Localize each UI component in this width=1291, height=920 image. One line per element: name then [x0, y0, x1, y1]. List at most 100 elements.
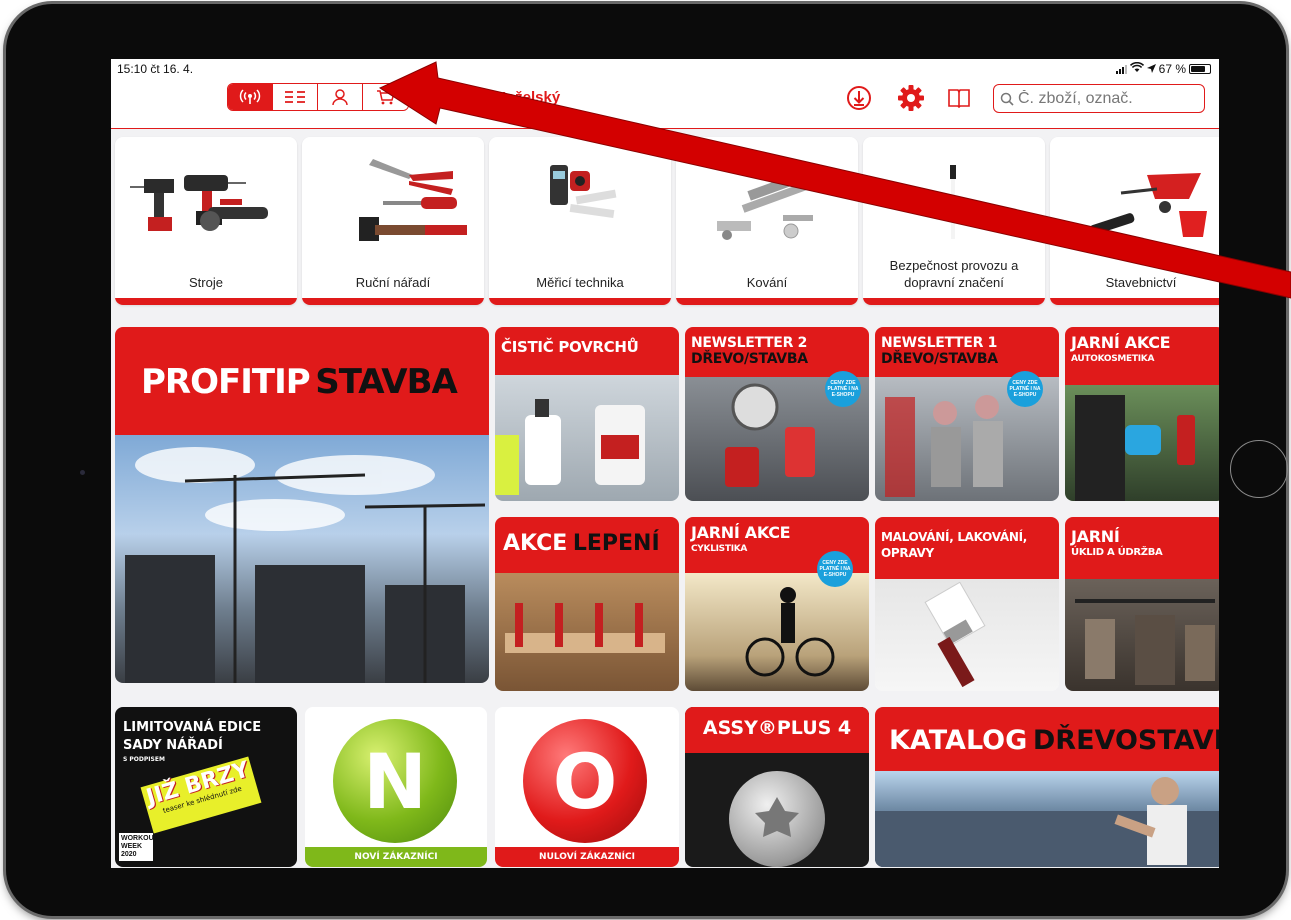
cyclist-image	[685, 573, 869, 691]
view-mode-segmented-control	[227, 83, 409, 111]
measuring-tools-image	[500, 149, 660, 254]
location-icon	[1146, 62, 1156, 76]
wifi-icon	[1129, 61, 1144, 76]
tile-header: AKCE LEPENÍ	[495, 517, 679, 573]
tile-nulovi-zakaznici[interactable]: O NULOVÍ ZÁKAZNÍCI	[495, 707, 679, 867]
tile-novi-zakaznici[interactable]: N NOVÍ ZÁKAZNÍCI	[305, 707, 487, 867]
top-nav-bar: Ivan Koželský	[111, 79, 1219, 129]
construction-tools-image	[1061, 149, 1219, 254]
app-screen: 15:10 čt 16. 4. 67 % Ivan Koželský Č. zb…	[111, 59, 1219, 868]
search-field[interactable]	[993, 84, 1205, 113]
tile-header: NEWSLETTER 1 DŘEVO/STAVBA	[875, 327, 1059, 377]
list-view-icon[interactable]	[273, 84, 318, 110]
tile-title-line1: NEWSLETTER 2	[691, 335, 808, 351]
search-icon	[1000, 92, 1014, 106]
tile-title-line1: JARNÍ	[1071, 527, 1120, 546]
tile-title-line1: MALOVÁNÍ, LAKOVÁNÍ,	[881, 530, 1028, 544]
settings-gear-icon[interactable]	[897, 84, 925, 112]
status-time: 15:10 čt 16. 4.	[117, 62, 194, 76]
category-label: Stroje	[189, 275, 223, 290]
category-bezpecnost[interactable]: Bezpečnost provozu a dopravní značení	[863, 137, 1045, 305]
category-stavebnictvi[interactable]: Stavebnictví	[1050, 137, 1219, 305]
tile-title-line1: JARNÍ AKCE	[1071, 333, 1171, 352]
eshop-price-badge: CENY ZDE PLATNÉ I NA E-SHOPU	[817, 551, 853, 587]
user-icon[interactable]	[318, 84, 363, 110]
workout-week-logo: WORKOUT WEEK 2020	[119, 833, 158, 861]
tile-title: NEWSLETTER 2 DŘEVO/STAVBA	[685, 327, 869, 367]
cart-icon[interactable]	[363, 84, 408, 110]
tile-title: NEWSLETTER 1 DŘEVO/STAVBA	[875, 327, 1059, 367]
screw-head-image	[729, 771, 825, 867]
category-row: Stroje Ruční nářadí Měřicí technika Ková…	[115, 137, 1219, 305]
hand-tools-image	[313, 149, 473, 254]
category-label: Kování	[746, 275, 788, 290]
category-rucni-naradi[interactable]: Ruční nářadí	[302, 137, 484, 305]
signal-icon	[1115, 64, 1127, 74]
tile-title-line2: AUTOKOSMETIKA	[1071, 354, 1155, 364]
workshop-image	[1065, 579, 1219, 691]
category-label: Bezpečnost provozu a dopravní značení	[889, 258, 1019, 290]
tile-assy-plus-4[interactable]: ASSY®PLUS 4	[685, 707, 869, 867]
tile-title-line2: DŘEVO/STAVBA	[881, 351, 998, 367]
home-button[interactable]	[1230, 440, 1288, 498]
tile-title-line1: LIMITOVANÁ EDICE	[123, 720, 262, 735]
tile-title-line1: JARNÍ AKCE	[691, 523, 791, 542]
tablet-frame: 15:10 čt 16. 4. 67 % Ivan Koželský Č. zb…	[6, 4, 1288, 916]
battery-percent: 67 %	[1158, 62, 1186, 76]
tile-header: ČISTIČ POVRCHŮ	[495, 327, 679, 375]
tile-header: NEWSLETTER 2 DŘEVO/STAVBA	[685, 327, 869, 377]
tile-caption: NULOVÍ ZÁKAZNÍCI	[495, 847, 679, 867]
front-camera	[80, 470, 85, 475]
surface-cleaner-image	[495, 375, 679, 501]
tile-akce-lepeni[interactable]: AKCE LEPENÍ	[495, 517, 679, 691]
tile-title-part1: PROFITIP	[141, 362, 311, 402]
online-mode-icon[interactable]	[228, 84, 273, 110]
paint-brush-image	[875, 579, 1059, 691]
status-indicators: 67 %	[1115, 61, 1211, 76]
tile-title-part2: DŘEVOSTAVBY	[1032, 725, 1219, 756]
tile-title: ASSY®PLUS 4	[702, 717, 852, 739]
ball-letter: N	[363, 736, 427, 826]
power-tools-image	[126, 149, 286, 254]
tile-jarni-uklid-udrzba[interactable]: JARNÍ ÚKLID A ÚDRŽBA	[1065, 517, 1219, 691]
tile-cistic-povrchu[interactable]: ČISTIČ POVRCHŮ	[495, 327, 679, 501]
tile-katalog-drevostavby[interactable]: KATALOG DŘEVOSTAVBY	[875, 707, 1219, 867]
tile-title: JARNÍ AKCE AUTOKOSMETIKA	[1065, 327, 1219, 367]
tile-malovani-lakovani-opravy[interactable]: MALOVÁNÍ, LAKOVÁNÍ, OPRAVY	[875, 517, 1059, 691]
timber-construction-image	[875, 771, 1219, 867]
user-name[interactable]: Ivan Koželský	[461, 89, 560, 106]
tile-profitip-stavba[interactable]: PROFITIP STAVBA	[115, 327, 489, 683]
hardware-fittings-image	[687, 149, 847, 254]
tile-caption: NOVÍ ZÁKAZNÍCI	[305, 847, 487, 867]
tile-title: ČISTIČ POVRCHŮ	[501, 338, 639, 356]
tile-newsletter-1[interactable]: NEWSLETTER 1 DŘEVO/STAVBA CENY ZDE PLATNÉ…	[875, 327, 1059, 501]
tile-title: MALOVÁNÍ, LAKOVÁNÍ, OPRAVY	[875, 517, 1059, 561]
category-label: Ruční nářadí	[355, 275, 431, 290]
category-stroje[interactable]: Stroje	[115, 137, 297, 305]
category-kovani[interactable]: Kování	[676, 137, 858, 305]
tile-title-part1: AKCE	[503, 531, 568, 556]
construction-site-image	[115, 435, 489, 683]
ball-letter: O	[552, 736, 618, 826]
tile-title-line2: DŘEVO/STAVBA	[691, 351, 808, 367]
search-input[interactable]	[1018, 89, 1198, 108]
battery-icon	[1189, 64, 1211, 74]
tile-jarni-akce-autokosmetika[interactable]: JARNÍ AKCE AUTOKOSMETIKA	[1065, 327, 1219, 501]
safety-sign-image	[874, 149, 1034, 254]
tile-limitovana-edice[interactable]: LIMITOVANÁ EDICE SADY NÁŘADÍ S PODPISEM …	[115, 707, 297, 867]
tile-title-line2: ÚKLID A ÚDRŽBA	[1071, 547, 1163, 558]
tile-newsletter-2[interactable]: NEWSLETTER 2 DŘEVO/STAVBA CENY ZDE PLATNÉ…	[685, 327, 869, 501]
tile-title-line2: OPRAVY	[881, 546, 934, 560]
tile-jarni-akce-cyklistika[interactable]: JARNÍ AKCE CYKLISTIKA CENY ZDE PLATNÉ I N…	[685, 517, 869, 691]
category-label: Měřicí technika	[536, 275, 624, 290]
eshop-price-badge: CENY ZDE PLATNÉ I NA E-SHOPU	[825, 371, 861, 407]
tile-title-part1: KATALOG	[889, 725, 1028, 756]
category-merici-technika[interactable]: Měřicí technika	[489, 137, 671, 305]
download-icon[interactable]	[845, 84, 873, 112]
tile-title-line1: NEWSLETTER 1	[881, 335, 998, 351]
tile-title-line2: SADY NÁŘADÍ	[123, 738, 223, 753]
catalog-book-icon[interactable]	[945, 84, 973, 112]
tile-header: KATALOG DŘEVOSTAVBY	[875, 707, 1219, 771]
status-bar: 15:10 čt 16. 4. 67 %	[111, 59, 1219, 79]
zero-customers-ball-icon: O	[523, 719, 647, 843]
